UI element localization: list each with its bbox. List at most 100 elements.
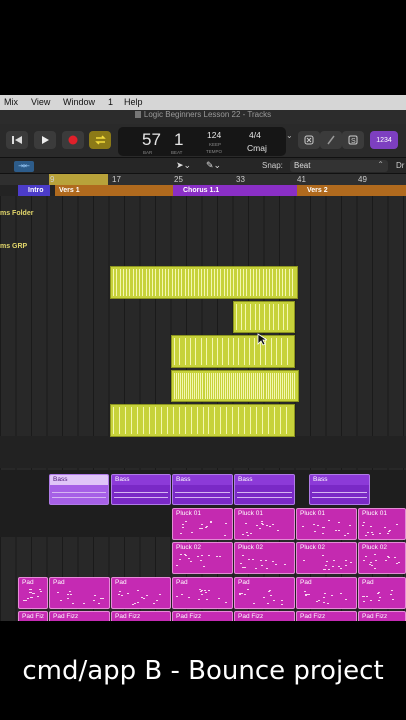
cycle-button[interactable] — [89, 131, 111, 149]
menu-mix[interactable]: Mix — [4, 97, 18, 107]
note-line — [114, 497, 168, 498]
marker-intro[interactable]: Intro — [18, 185, 50, 196]
hit-line — [118, 407, 120, 434]
drum-region[interactable] — [171, 370, 299, 402]
pluck-01-region[interactable]: Pluck 01 — [296, 508, 357, 540]
pad-fizz-region[interactable]: Pad Fizz — [296, 611, 357, 621]
pad-region[interactable]: Pad — [18, 577, 48, 609]
hit-line — [262, 269, 264, 296]
pad-fizz-region[interactable]: Pad Fizz — [234, 611, 295, 621]
region-name: Pluck 01 — [176, 510, 201, 517]
note-dot — [331, 595, 334, 597]
note-dot — [370, 525, 373, 527]
marker-chorus-1-1[interactable]: Chorus 1.1 — [173, 185, 297, 196]
pad-region[interactable]: Pad — [111, 577, 171, 609]
note-dot — [217, 598, 220, 600]
hit-line — [226, 269, 228, 296]
pluck-01-region[interactable]: Pluck 01 — [358, 508, 406, 540]
hit-line — [262, 407, 264, 434]
pluck-01-region[interactable]: Pluck 01 — [234, 508, 295, 540]
note-dot — [305, 595, 308, 597]
play-button[interactable] — [34, 131, 56, 149]
note-dot — [325, 560, 328, 562]
pencil-tool-button[interactable]: ✎⌄ — [206, 160, 230, 172]
hit-line — [256, 269, 257, 296]
pad-fizz-region[interactable]: Pad Fizz — [49, 611, 110, 621]
pad-fizz-region[interactable]: Pad Fiz — [18, 611, 48, 621]
hit-line — [155, 269, 157, 296]
drum-region[interactable] — [171, 335, 295, 368]
replace-button[interactable] — [298, 131, 320, 149]
hit-line — [228, 373, 230, 399]
drums-grp-label: ms GRP — [0, 243, 28, 250]
drum-region[interactable] — [233, 301, 295, 333]
cycle-range[interactable] — [49, 174, 108, 185]
pad-fizz-region[interactable]: Pad Fizz — [111, 611, 171, 621]
snap-select[interactable]: Beat ⌃ — [290, 160, 388, 172]
region-name: Pad — [53, 579, 65, 586]
rewind-button[interactable] — [6, 131, 28, 149]
hit-line — [281, 373, 283, 399]
solo-button[interactable]: S — [342, 131, 364, 149]
drum-region[interactable] — [110, 266, 298, 299]
hit-line — [176, 373, 178, 399]
count-in-button[interactable]: 1234 — [370, 131, 398, 149]
note-dot — [260, 521, 263, 523]
note-dot — [322, 526, 325, 528]
hit-line — [217, 269, 218, 296]
menu-view[interactable]: View — [31, 97, 50, 107]
note-dot — [328, 520, 331, 522]
menu-1[interactable]: 1 — [108, 97, 113, 107]
lcd-display[interactable]: 57 1 BAR BEAT 124 KEEP TEMPO 4/4 Cmaj — [118, 127, 286, 156]
note-dot — [280, 603, 283, 605]
pad-region[interactable]: Pad — [49, 577, 110, 609]
marker-vers-1[interactable]: Vers 1 — [55, 185, 173, 196]
menu-window[interactable]: Window — [63, 97, 95, 107]
pad-region[interactable]: Pad — [234, 577, 295, 609]
pad-fizz-region[interactable]: Pad Fizz — [358, 611, 406, 621]
note-dot — [190, 531, 193, 533]
hit-line — [253, 373, 255, 399]
pad-region[interactable]: Pad — [358, 577, 406, 609]
pad-region[interactable]: Pad — [296, 577, 357, 609]
record-button[interactable] — [62, 131, 84, 149]
pad-fizz-region[interactable]: Pad Fizz — [172, 611, 233, 621]
bass-region[interactable]: Bass — [111, 474, 171, 505]
note-dot — [145, 594, 148, 596]
pluck-02-region[interactable]: Pluck 02 — [234, 542, 295, 574]
pointer-tool-button[interactable]: ➤⌄ — [176, 160, 200, 172]
lcd-dropdown-icon[interactable]: ⌄ — [286, 131, 293, 149]
bar-ruler[interactable]: 9 17 25 33 41 49 — [0, 174, 406, 185]
pluck-02-region[interactable]: Pluck 02 — [172, 542, 233, 574]
catch-playhead-button[interactable]: ⇥⇤ — [14, 161, 34, 172]
pluck-01-region[interactable]: Pluck 01 — [172, 508, 233, 540]
note-dot — [313, 531, 316, 533]
note-dot — [274, 563, 277, 565]
pluck-02-region[interactable]: Pluck 02 — [358, 542, 406, 574]
note-dot — [180, 533, 182, 535]
hit-line — [161, 269, 163, 296]
note-dot — [242, 533, 245, 535]
region-name: Pluck 02 — [362, 544, 387, 551]
tuner-button[interactable] — [320, 131, 342, 149]
drum-region[interactable] — [110, 404, 295, 437]
note-dot — [239, 563, 242, 564]
bass-region[interactable]: Bass — [309, 474, 370, 505]
note-dot — [323, 592, 326, 594]
note-dot — [261, 565, 264, 567]
bass-region[interactable]: Bass — [234, 474, 295, 505]
hit-line — [179, 338, 181, 365]
hit-line — [226, 373, 228, 399]
hit-line — [241, 373, 243, 399]
marker-vers-2[interactable]: Vers 2 — [297, 185, 406, 196]
note-dot — [343, 534, 346, 536]
region-name: Pluck 02 — [176, 544, 201, 551]
note-dot — [259, 528, 262, 530]
bass-region[interactable]: Bass — [172, 474, 233, 505]
pluck-02-region[interactable]: Pluck 02 — [296, 542, 357, 574]
tracks-area[interactable]: ms Folder ms GRP Bass Bass Bass Bass Bas… — [0, 196, 406, 621]
hit-line — [222, 338, 224, 365]
pad-region[interactable]: Pad — [172, 577, 233, 609]
menu-help[interactable]: Help — [124, 97, 143, 107]
bass-region[interactable]: Bass — [49, 474, 109, 505]
